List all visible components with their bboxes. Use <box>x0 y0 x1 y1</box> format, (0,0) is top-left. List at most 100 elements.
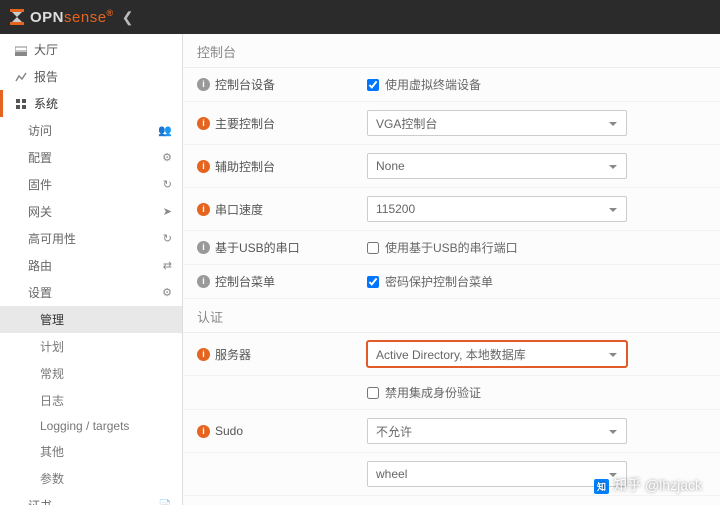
nav-label: 设置 <box>28 284 52 301</box>
section-console-header: 控制台 <box>183 36 720 68</box>
nav-label: 报告 <box>34 68 58 85</box>
checkbox-label: 使用基于USB的串行端口 <box>385 239 518 256</box>
console-device-checkbox[interactable] <box>367 79 379 91</box>
shuffle-icon: ⇄ <box>163 259 172 272</box>
select-value: wheel <box>376 467 407 481</box>
nav-label: 配置 <box>28 149 52 166</box>
select-value: Active Directory, 本地数据库 <box>376 346 526 363</box>
nav-label: 管理 <box>40 311 64 328</box>
nav-label: 常规 <box>40 365 64 382</box>
nav-sys-gateway[interactable]: 网关 ➤ <box>0 198 182 225</box>
field-label: 基于USB的串口 <box>215 239 300 256</box>
topbar: OPNsense® ❮ <box>0 0 720 34</box>
row-auth-server: i 服务器 Active Directory, 本地数据库 <box>183 333 720 376</box>
nav-system[interactable]: 系统 <box>0 90 182 117</box>
row-console-menu: i 控制台菜单 密码保护控制台菜单 <box>183 265 720 299</box>
field-label: 主要控制台 <box>215 115 275 132</box>
row-sudo-group: wheel <box>183 453 720 496</box>
row-secondary-console: i辅助控制台 None <box>183 145 720 188</box>
nav-sys-settings[interactable]: 设置⚙ <box>0 279 182 306</box>
nav-label: 系统 <box>34 95 58 112</box>
row-disable-integrated: 禁用集成身份验证 <box>183 376 720 410</box>
info-icon[interactable]: i <box>197 348 210 361</box>
info-icon[interactable]: i <box>197 78 210 91</box>
certificate-icon: 📄 <box>158 499 172 505</box>
nav-report[interactable]: 报告 <box>0 63 182 90</box>
nav-label: 大厅 <box>34 41 58 58</box>
nav-set-cron[interactable]: 计划 <box>0 333 182 360</box>
field-label: 服务器 <box>215 346 251 363</box>
nav-label: 其他 <box>40 443 64 460</box>
info-icon[interactable]: i <box>197 275 210 288</box>
checkbox-label: 使用虚拟终端设备 <box>385 76 481 93</box>
hourglass-icon <box>8 8 26 26</box>
nav-label: 证书 <box>28 497 52 505</box>
serial-speed-select[interactable]: 115200 <box>367 196 627 222</box>
info-icon[interactable]: i <box>197 241 210 254</box>
nav-label: 参数 <box>40 470 64 487</box>
primary-console-select[interactable]: VGA控制台 <box>367 110 627 136</box>
row-usb-serial: i 基于USB的串口 使用基于USB的串行端口 <box>183 231 720 265</box>
select-value: VGA控制台 <box>376 115 437 132</box>
brand-logo[interactable]: OPNsense® <box>8 8 114 26</box>
lobby-icon <box>15 44 27 56</box>
nav-label: 高可用性 <box>28 230 76 247</box>
nav-label: 计划 <box>40 338 64 355</box>
console-menu-checkbox[interactable] <box>367 276 379 288</box>
nav-set-logging[interactable]: Logging / targets <box>0 414 182 438</box>
nav-set-general[interactable]: 常规 <box>0 360 182 387</box>
sidebar: 大厅 报告 系统 访问 👥 配置 ⚙ 固件 ↻ 网关 ➤ 高可用性 ↻ 路由 ⇄ 设置⚙ 管… <box>0 34 183 505</box>
select-value: 115200 <box>376 202 415 216</box>
nav-label: 访问 <box>28 122 52 139</box>
field-label: Sudo <box>215 424 243 438</box>
nav-label: Logging / targets <box>40 419 129 433</box>
checkbox-label: 禁用集成身份验证 <box>385 384 481 401</box>
sudo-select[interactable]: 不允许 <box>367 418 627 444</box>
row-sudo: i Sudo 不允许 <box>183 410 720 453</box>
nav-set-misc[interactable]: 其他 <box>0 438 182 465</box>
sliders-icon: ⚙ <box>162 151 172 164</box>
field-label: 控制台设备 <box>215 76 275 93</box>
nav-sys-routes[interactable]: 路由 ⇄ <box>0 252 182 279</box>
refresh-icon: ↻ <box>163 232 172 245</box>
nav-label: 日志 <box>40 392 64 409</box>
chart-icon <box>15 71 27 83</box>
system-icon <box>15 98 27 110</box>
save-row: 保存 <box>183 496 720 505</box>
secondary-console-select[interactable]: None <box>367 153 627 179</box>
nav-set-tunables[interactable]: 参数 <box>0 465 182 492</box>
refresh-icon: ↻ <box>163 178 172 191</box>
select-value: None <box>376 159 405 173</box>
nav-sys-access[interactable]: 访问 👥 <box>0 117 182 144</box>
row-primary-console: i 主要控制台 VGA控制台 <box>183 102 720 145</box>
sudo-group-select[interactable]: wheel <box>367 461 627 487</box>
users-icon: 👥 <box>158 124 172 137</box>
brand-suffix: sense <box>64 9 107 26</box>
nav-lobby[interactable]: 大厅 <box>0 36 182 63</box>
nav-sys-firmware[interactable]: 固件 ↻ <box>0 171 182 198</box>
nav-label: 路由 <box>28 257 52 274</box>
info-icon[interactable]: i <box>197 160 210 173</box>
disable-integrated-checkbox[interactable] <box>367 387 379 399</box>
nav-sys-trust[interactable]: 证书 📄 <box>0 492 182 505</box>
select-value: 不允许 <box>376 423 412 440</box>
info-icon[interactable]: i <box>197 203 210 216</box>
row-console-device: i 控制台设备 使用虚拟终端设备 <box>183 68 720 102</box>
info-icon[interactable]: i <box>197 425 210 438</box>
auth-server-select[interactable]: Active Directory, 本地数据库 <box>367 341 627 367</box>
nav-set-logs[interactable]: 日志 <box>0 387 182 414</box>
collapse-sidebar-icon[interactable]: ❮ <box>122 9 134 26</box>
nav-sys-ha[interactable]: 高可用性 ↻ <box>0 225 182 252</box>
usb-serial-checkbox[interactable] <box>367 242 379 254</box>
location-arrow-icon: ➤ <box>163 205 172 218</box>
checkbox-label: 密码保护控制台菜单 <box>385 273 493 290</box>
nav-label: 固件 <box>28 176 52 193</box>
field-label: 控制台菜单 <box>215 273 275 290</box>
field-label: 串口速度 <box>215 201 263 218</box>
main-content: 控制台 i 控制台设备 使用虚拟终端设备 i 主要控制台 VGA控制台 i辅助控制台… <box>183 34 720 505</box>
brand-name: OPN <box>30 9 64 26</box>
nav-label: 网关 <box>28 203 52 220</box>
nav-set-admin[interactable]: 管理 <box>0 306 182 333</box>
info-icon[interactable]: i <box>197 117 210 130</box>
nav-sys-config[interactable]: 配置 ⚙ <box>0 144 182 171</box>
